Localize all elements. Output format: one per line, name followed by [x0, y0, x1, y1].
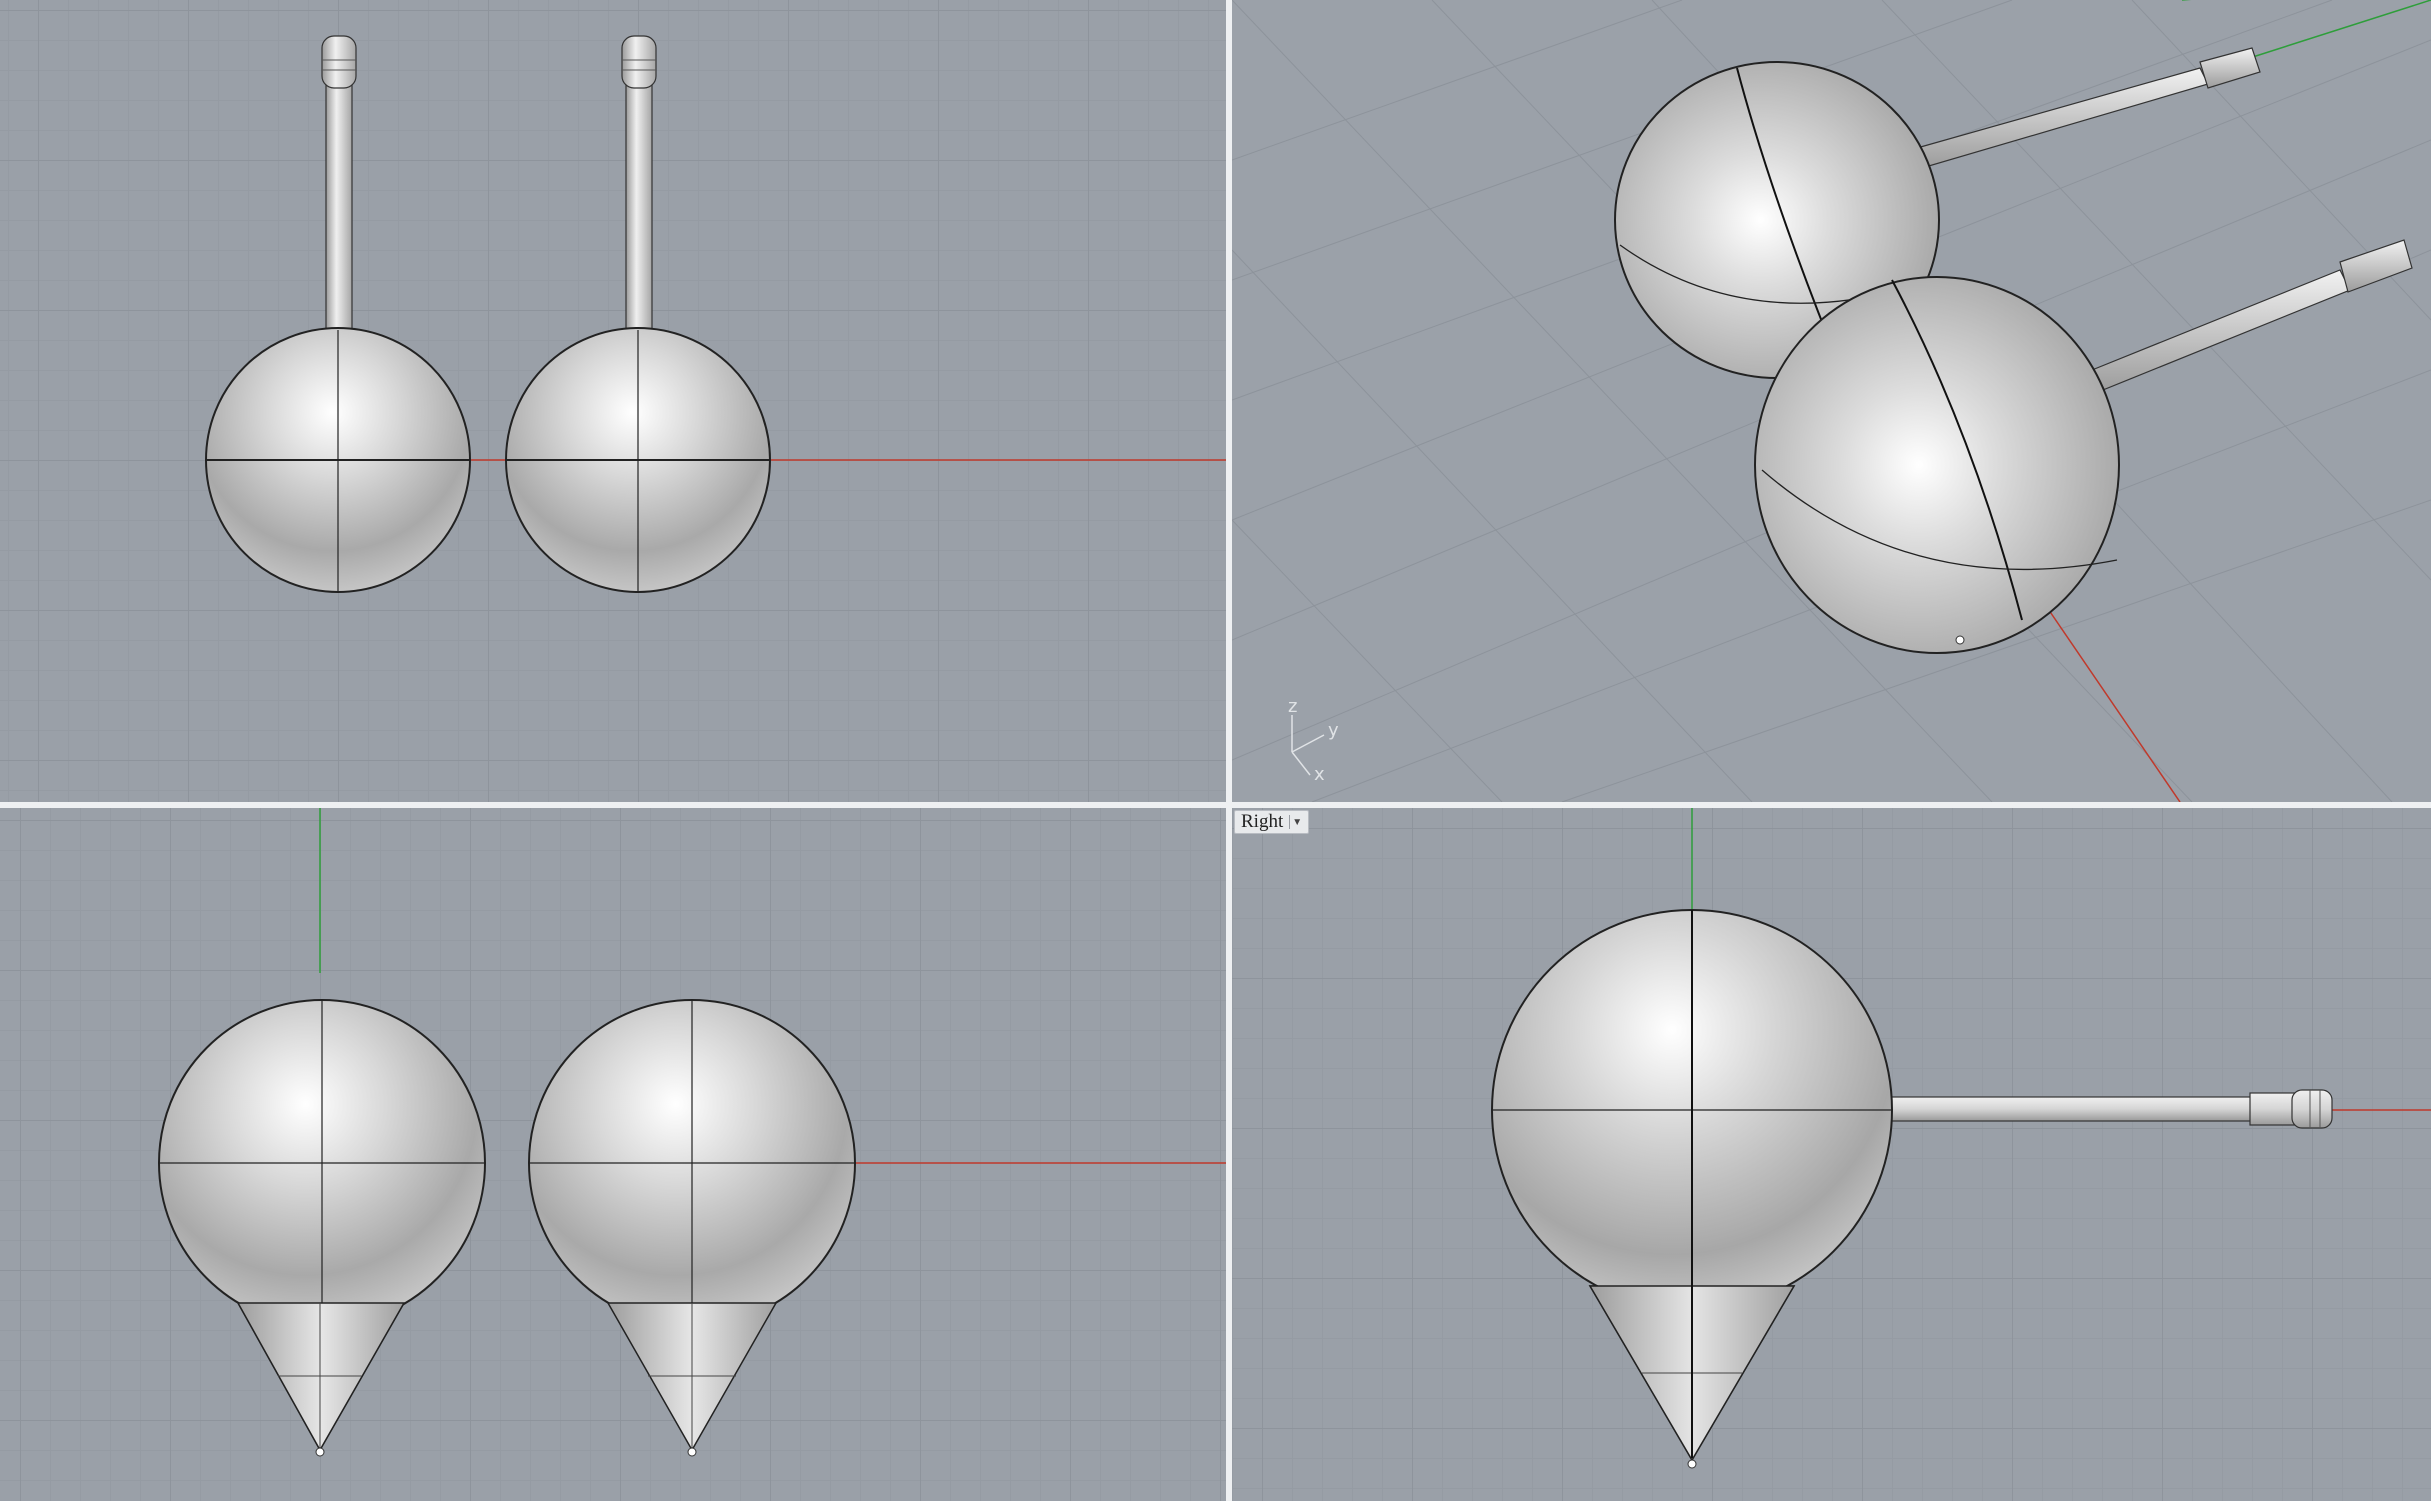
earring-left-top[interactable]	[205, 35, 471, 593]
viewport-top[interactable]	[0, 0, 1226, 802]
earring-left-front[interactable]	[158, 999, 486, 1457]
top-view-canvas	[205, 35, 1226, 593]
axis-label-x: x	[1314, 764, 1325, 785]
axis-label-z: z	[1288, 696, 1297, 717]
axis-label-y: y	[1328, 720, 1339, 741]
perspective-view-canvas: z y x	[1232, 0, 2431, 802]
viewport-perspective[interactable]: z y x	[1232, 0, 2431, 802]
right-view-canvas	[1491, 808, 2431, 1469]
earring-front-perspective[interactable]	[1754, 239, 2413, 654]
earring-right-view[interactable]	[1491, 909, 2333, 1469]
earring-right-front[interactable]	[528, 999, 856, 1457]
viewport-right[interactable]: Right ▼	[1232, 808, 2431, 1501]
viewport-title-tab[interactable]: Right ▼	[1234, 810, 1310, 834]
rhino-four-viewport-workspace: z y x Right ▼	[0, 0, 2431, 1501]
viewport-title-label[interactable]: Right	[1241, 811, 1283, 833]
axis-indicator: z y x	[1288, 696, 1339, 785]
viewport-front[interactable]	[0, 808, 1226, 1501]
chevron-down-icon[interactable]: ▼	[1289, 815, 1304, 829]
x-axis-line	[2041, 599, 2181, 802]
earring-right-top[interactable]	[505, 35, 771, 593]
front-view-canvas	[158, 808, 1226, 1457]
